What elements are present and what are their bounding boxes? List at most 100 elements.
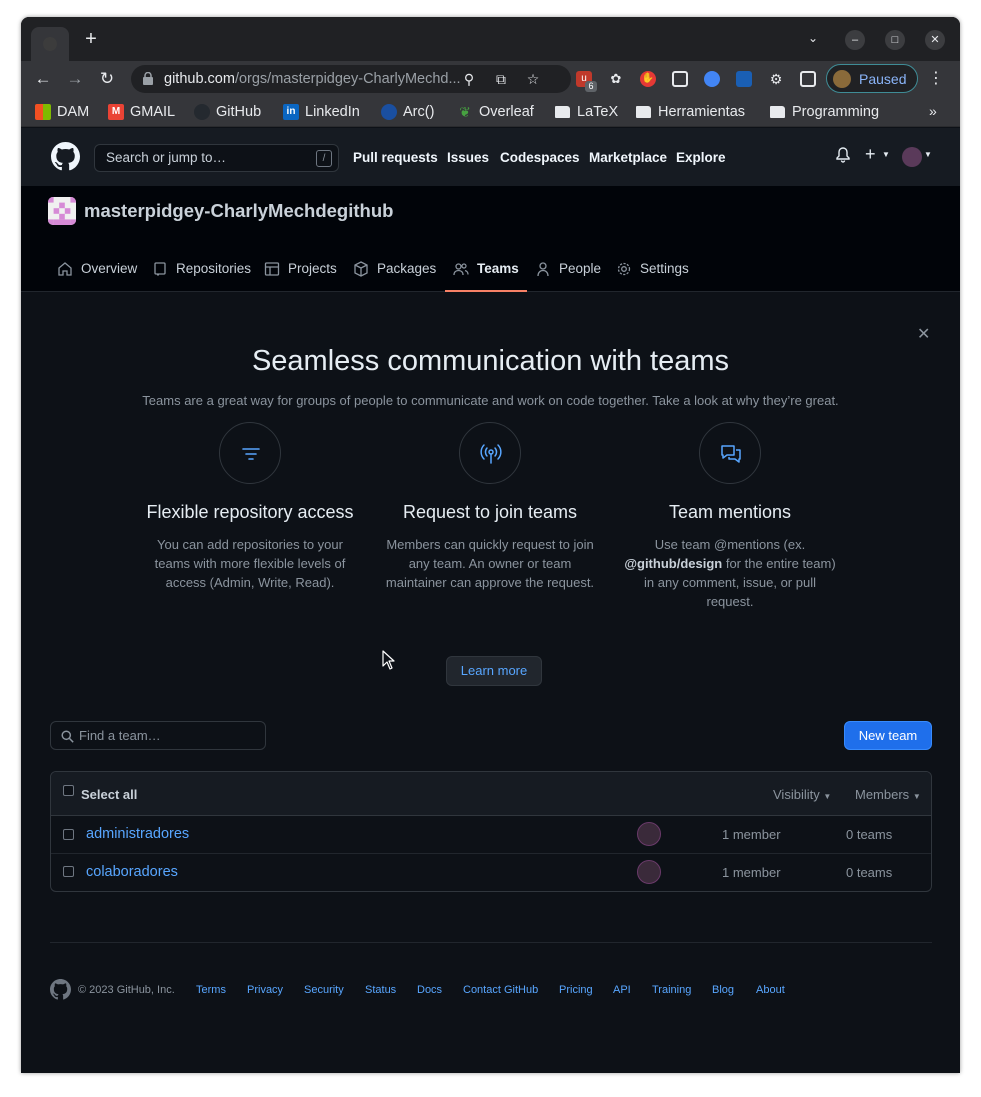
member-avatar[interactable] <box>637 860 661 884</box>
bookmark-linkedin[interactable]: in LinkedIn <box>283 103 360 121</box>
create-new-plus-icon[interactable]: + <box>865 144 876 165</box>
profile-paused-button[interactable]: Paused <box>826 64 918 93</box>
search-input[interactable]: Search or jump to… / <box>94 144 339 172</box>
member-avatar[interactable] <box>637 822 661 846</box>
learn-more-button[interactable]: Learn more <box>446 656 542 686</box>
child-team-count[interactable]: 0 teams <box>846 827 892 842</box>
tab-overview[interactable]: Overview <box>57 245 137 292</box>
address-bar[interactable]: github.com/orgs/masterpidgey-CharlyMechd… <box>131 65 571 93</box>
hand-extension-icon[interactable]: ✋ <box>640 71 656 87</box>
folder-icon <box>770 106 785 118</box>
footer-link-status[interactable]: Status <box>365 984 396 996</box>
puzzle-extensions-icon[interactable]: ⚙ <box>768 71 784 87</box>
footer-link-terms[interactable]: Terms <box>196 984 226 996</box>
feature-text: Use team @mentions (ex. @github/design f… <box>620 535 840 611</box>
github-logo-icon[interactable] <box>51 142 80 171</box>
nav-marketplace[interactable]: Marketplace <box>589 150 667 165</box>
folder-icon <box>555 106 570 118</box>
team-name-link[interactable]: colaboradores <box>86 864 178 880</box>
browser-menu-icon[interactable]: ⋮ <box>928 71 944 87</box>
bookmark-folder-latex[interactable]: LaTeX <box>555 103 618 121</box>
new-tab-plus-icon[interactable]: + <box>83 29 99 49</box>
browser-toolbar: ← → ↻ github.com/orgs/masterpidgey-Charl… <box>21 61 960 97</box>
bookmark-overleaf[interactable]: ❦ Overleaf <box>457 103 534 121</box>
tab-projects[interactable]: Projects <box>264 245 337 292</box>
broadcast-icon <box>480 444 502 464</box>
maximize-icon[interactable]: □ <box>885 30 905 50</box>
back-arrow-icon[interactable]: ← <box>33 69 53 89</box>
bookmark-label: DAM <box>57 104 90 120</box>
nav-codespaces[interactable]: Codespaces <box>500 150 580 165</box>
share-icon[interactable]: ⧉ <box>493 71 509 87</box>
side-panel-icon[interactable] <box>800 71 816 87</box>
team-name-link[interactable]: administradores <box>86 826 189 842</box>
caret-down-icon: ▼ <box>912 792 921 801</box>
tab-packages[interactable]: Packages <box>353 245 436 292</box>
nav-pull-requests[interactable]: Pull requests <box>353 150 438 165</box>
tab-repositories[interactable]: Repositories <box>152 245 251 292</box>
bookmark-folder-herramientas[interactable]: Herramientas <box>636 103 745 121</box>
tab-teams[interactable]: Teams <box>445 245 527 292</box>
members-filter-dropdown[interactable]: Members ▼ <box>855 787 921 802</box>
minimize-icon[interactable]: – <box>845 30 865 50</box>
reload-icon[interactable]: ↻ <box>97 69 117 89</box>
child-team-count[interactable]: 0 teams <box>846 865 892 880</box>
picture-in-picture-icon[interactable] <box>672 71 688 87</box>
tab-label: Teams <box>477 261 519 276</box>
member-count[interactable]: 1 member <box>722 865 781 880</box>
bookmark-gmail[interactable]: M GMAIL <box>108 103 175 121</box>
lens-extension-icon[interactable] <box>704 71 720 87</box>
footer-link-docs[interactable]: Docs <box>417 984 442 996</box>
home-icon <box>58 262 72 276</box>
select-all-checkbox[interactable] <box>63 785 74 796</box>
footer-link-training[interactable]: Training <box>652 984 691 996</box>
footer-link-privacy[interactable]: Privacy <box>247 984 283 996</box>
feature-icon-circle <box>459 422 521 484</box>
bookmark-star-icon[interactable]: ☆ <box>525 71 541 87</box>
zoom-icon[interactable]: ⚲ <box>461 71 477 87</box>
tab-search-chevron-icon[interactable]: ⌄ <box>808 31 818 45</box>
package-icon <box>354 261 368 277</box>
bookmark-dam[interactable]: DAM <box>35 103 89 121</box>
member-count[interactable]: 1 member <box>722 827 781 842</box>
create-dropdown-caret-icon[interactable]: ▼ <box>882 150 890 159</box>
nav-issues[interactable]: Issues <box>447 150 489 165</box>
visibility-filter-dropdown[interactable]: Visibility ▼ <box>773 787 831 802</box>
browser-tab[interactable] <box>31 27 69 61</box>
bookmark-github[interactable]: GitHub <box>194 103 261 121</box>
org-avatar[interactable] <box>48 197 76 225</box>
user-avatar[interactable] <box>902 147 922 167</box>
github-favicon-icon <box>43 37 57 51</box>
footer-link-pricing[interactable]: Pricing <box>559 984 593 996</box>
notifications-bell-icon[interactable] <box>836 147 850 163</box>
footer-link-api[interactable]: API <box>613 984 631 996</box>
bookmarks-overflow-icon[interactable]: » <box>929 103 937 119</box>
bookmark-folder-programming[interactable]: Programming <box>770 103 879 121</box>
footer-link-blog[interactable]: Blog <box>712 984 734 996</box>
org-name[interactable]: masterpidgey-CharlyMechdegithub <box>84 200 393 222</box>
team-row-checkbox[interactable] <box>63 866 74 877</box>
tab-people[interactable]: People <box>535 245 601 292</box>
forward-arrow-icon[interactable]: → <box>65 69 85 89</box>
bookmarks-bar: DAM M GMAIL GitHub in LinkedIn Arc() ❦ Over… <box>21 97 960 127</box>
bookmark-arc[interactable]: Arc() <box>381 103 434 121</box>
gnome-extension-icon[interactable]: ✿ <box>608 71 624 87</box>
browser-window: + ⌄ – □ ✕ ← → ↻ github.com/orgs/masterpi… <box>21 17 960 1073</box>
bookmark-label: LinkedIn <box>305 104 360 120</box>
tab-label: Settings <box>640 261 689 276</box>
tab-settings[interactable]: Settings <box>616 245 689 292</box>
team-row-checkbox[interactable] <box>63 829 74 840</box>
user-menu-caret-icon[interactable]: ▼ <box>924 150 932 159</box>
footer-link-security[interactable]: Security <box>304 984 344 996</box>
footer-github-logo-icon[interactable] <box>50 979 71 1000</box>
blue-extension-icon[interactable] <box>736 71 752 87</box>
footer-link-about[interactable]: About <box>756 984 785 996</box>
new-team-button[interactable]: New team <box>844 721 932 750</box>
nav-explore[interactable]: Explore <box>676 150 726 165</box>
feature-icon-circle <box>699 422 761 484</box>
find-team-input[interactable]: Find a team… <box>50 721 266 750</box>
select-all-label[interactable]: Select all <box>81 787 137 802</box>
dismiss-banner-close-icon[interactable]: ✕ <box>917 324 930 344</box>
close-window-icon[interactable]: ✕ <box>925 30 945 50</box>
footer-link-contact[interactable]: Contact GitHub <box>463 984 538 996</box>
